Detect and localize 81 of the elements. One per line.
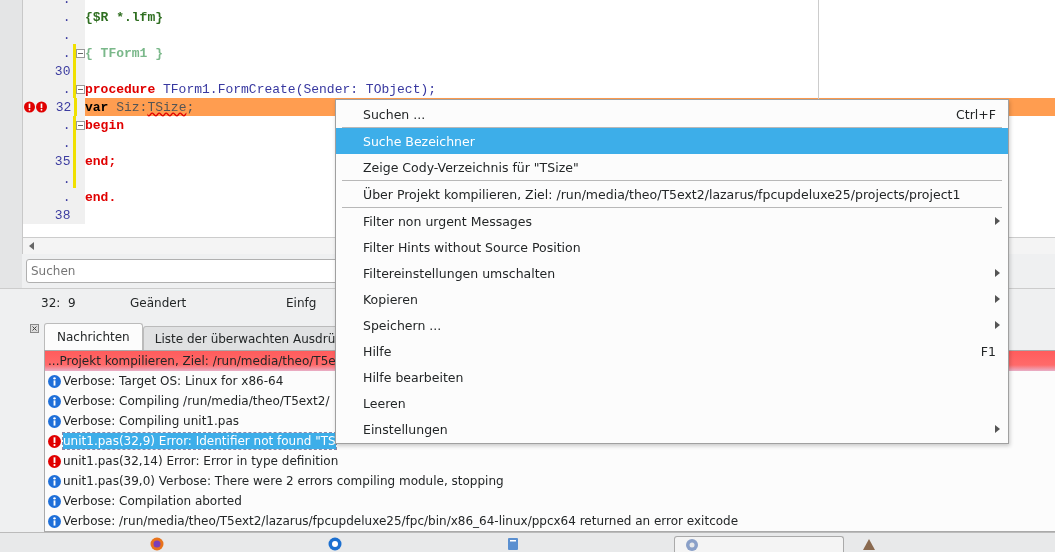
info-icon bbox=[48, 514, 61, 528]
message-text[interactable]: Verbose: Compiling unit1.pas bbox=[63, 413, 240, 430]
app-icon[interactable] bbox=[150, 537, 164, 551]
app-icon[interactable] bbox=[328, 537, 342, 551]
menu-item-label: Suchen ... bbox=[363, 107, 426, 122]
menu-item-label: Speichern ... bbox=[363, 317, 442, 333]
line-number: 30 bbox=[53, 63, 71, 79]
insert-mode: Einfg bbox=[286, 295, 317, 310]
message-text[interactable]: Verbose: Compilation aborted bbox=[63, 493, 242, 510]
menu-item-label: Einstellungen bbox=[363, 421, 448, 437]
fold-icon[interactable] bbox=[75, 48, 85, 58]
shortcut: Ctrl+F bbox=[956, 107, 996, 122]
code-line: end; bbox=[85, 153, 117, 169]
menu-item-label: Filter Hints without Source Position bbox=[363, 239, 581, 255]
menu-item-label: Hilfe bearbeiten bbox=[363, 369, 464, 385]
info-icon bbox=[48, 414, 61, 428]
code-line: var Siz:TSize; bbox=[85, 99, 195, 115]
line-number: . bbox=[61, 81, 71, 97]
line-number: . bbox=[61, 45, 71, 61]
message-text[interactable]: Verbose: Compiling /run/media/theo/T5ext2/ bbox=[63, 393, 330, 410]
line-number: . bbox=[61, 0, 71, 7]
info-icon bbox=[48, 474, 61, 488]
menu-item-label: Hilfe bbox=[363, 343, 392, 359]
menu-item[interactable]: Leeren bbox=[336, 390, 1008, 416]
shortcut: F1 bbox=[980, 343, 996, 359]
error-icon bbox=[48, 434, 61, 448]
code-line: {$R *.lfm} bbox=[85, 9, 163, 25]
menu-item[interactable]: Zeige Cody-Verzeichnis für "TSize" bbox=[336, 154, 1008, 181]
menu-item-label: Filter non urgent Messages bbox=[363, 213, 532, 229]
menu-item-label: Kopieren bbox=[363, 291, 418, 307]
submenu-arrow-icon bbox=[995, 269, 1000, 277]
error-icon bbox=[36, 100, 47, 114]
fold-icon[interactable] bbox=[75, 84, 85, 94]
menu-item[interactable]: Hilfe bearbeiten bbox=[336, 364, 1008, 390]
submenu-arrow-icon bbox=[995, 425, 1000, 433]
line-number: . bbox=[61, 171, 71, 187]
info-icon bbox=[48, 394, 61, 408]
app-icon[interactable] bbox=[506, 537, 520, 551]
app-icon[interactable] bbox=[862, 537, 876, 551]
message-text[interactable]: Verbose: /run/media/theo/T5ext2/lazarus/fpcupdeluxe25/fpc/bin/x86_64-linux/ppcx64 returned an error exitcode bbox=[63, 513, 739, 530]
left-arrow-icon[interactable] bbox=[29, 241, 35, 250]
fold-icon[interactable] bbox=[75, 120, 85, 130]
error-icon bbox=[48, 454, 61, 468]
code-line: { TForm1 } bbox=[85, 45, 163, 61]
submenu-arrow-icon bbox=[995, 321, 1000, 329]
submenu-arrow-icon bbox=[995, 217, 1000, 225]
info-icon bbox=[48, 494, 61, 508]
cursor-position: 32: 9 bbox=[41, 295, 77, 310]
message-text[interactable]: unit1.pas(32,14) Error: Error in type definition bbox=[63, 453, 339, 470]
line-number: . bbox=[61, 27, 71, 43]
menu-item-label: Leeren bbox=[363, 395, 406, 411]
line-number: . bbox=[61, 135, 71, 151]
submenu-arrow-icon bbox=[995, 295, 1000, 303]
modified-status: Geändert bbox=[130, 295, 188, 310]
line-number: 35 bbox=[53, 153, 71, 169]
menu-item-label: Über Projekt kompilieren, Ziel: /run/media/theo/T5ext2/lazarus/fpcupdeluxe25/projects/project1 bbox=[363, 187, 961, 202]
menu-item[interactable]: Filtereinstellungen umschalten bbox=[336, 260, 1008, 286]
menu-item-label: Zeige Cody-Verzeichnis für "TSize" bbox=[363, 160, 579, 175]
close-icon[interactable] bbox=[30, 324, 39, 334]
app-icon bbox=[685, 537, 699, 552]
message-text[interactable]: unit1.pas(39,0) Verbose: There were 2 errors compiling module, stopping bbox=[63, 473, 504, 490]
menu-item[interactable]: Über Projekt kompilieren, Ziel: /run/media/theo/T5ext2/lazarus/fpcupdeluxe25/projects/project1 bbox=[336, 181, 1008, 208]
menu-item[interactable]: Filter non urgent Messages bbox=[336, 208, 1008, 234]
line-number: 32 bbox=[54, 99, 72, 115]
menu-item[interactable]: Filter Hints without Source Position bbox=[336, 234, 1008, 260]
menu-item[interactable]: Einstellungen bbox=[336, 416, 1008, 442]
code-line: begin bbox=[85, 117, 124, 133]
line-number: . bbox=[61, 117, 71, 133]
menu-item[interactable]: Suchen ... Ctrl+F bbox=[336, 101, 1008, 128]
line-number: 38 bbox=[53, 207, 71, 223]
menu-item[interactable]: Kopieren bbox=[336, 286, 1008, 312]
message-text[interactable]: Verbose: Target OS: Linux for x86-64 bbox=[63, 373, 284, 390]
info-icon bbox=[48, 374, 61, 388]
line-number: . bbox=[61, 9, 71, 25]
code-line: end. bbox=[85, 189, 117, 205]
error-icon bbox=[24, 100, 35, 114]
menu-item-label: Filtereinstellungen umschalten bbox=[363, 265, 556, 281]
line-number: . bbox=[61, 189, 71, 205]
tab[interactable]: Nachrichten bbox=[44, 323, 143, 351]
code-line: procedure TForm1.FormCreate(Sender: TObject); bbox=[85, 81, 437, 97]
menu-item-label: Suche Bezeichner bbox=[363, 133, 475, 149]
